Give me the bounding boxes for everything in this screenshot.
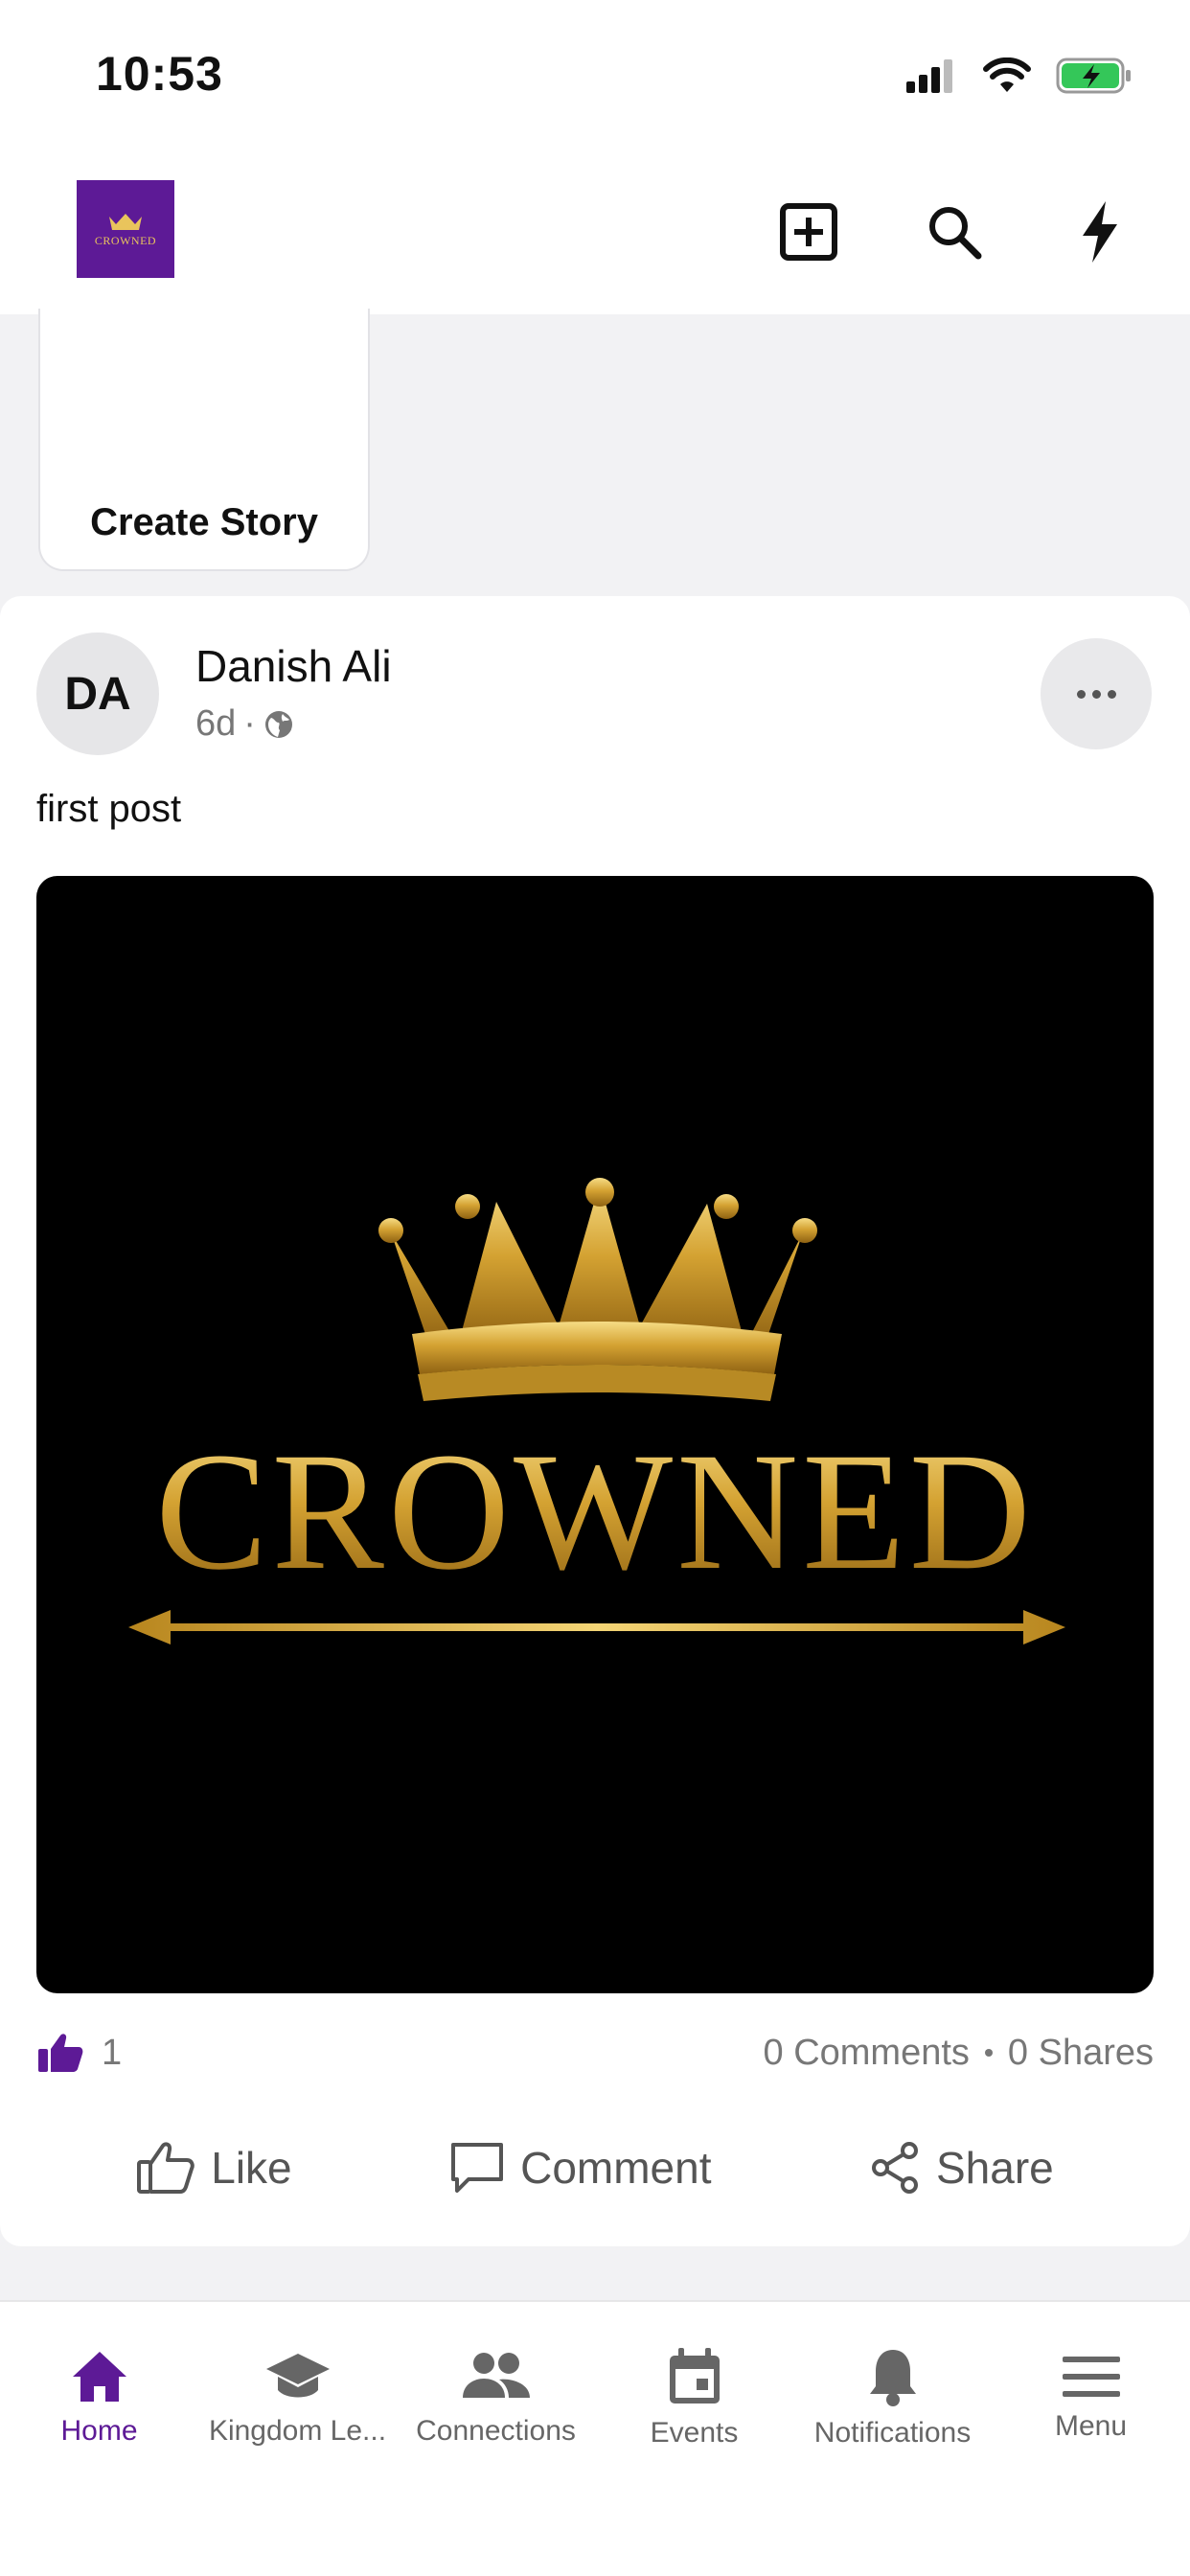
search-icon [929, 207, 982, 260]
calendar-icon [669, 2348, 720, 2404]
share-button[interactable]: Share [869, 2141, 1054, 2195]
like-button[interactable]: Like [136, 2141, 292, 2195]
post-age: 6d [195, 703, 237, 744]
bell-icon [869, 2350, 916, 2406]
wifi-icon [983, 58, 1031, 92]
comment-icon [451, 2143, 504, 2193]
tab-menu[interactable]: Menu [992, 2302, 1190, 2474]
share-icon [871, 2142, 918, 2194]
logo-text: CROWNED [94, 233, 157, 247]
menu-icon [1062, 2357, 1120, 2397]
reaction-summary: 1 0 Comments 0 Shares [36, 2024, 1154, 2082]
flash-button[interactable] [1065, 197, 1134, 266]
tab-label: Home [60, 2415, 138, 2447]
comments-count[interactable]: 0 Comments [764, 2033, 970, 2074]
tab-label: Kingdom Le... [208, 2415, 387, 2447]
shares-count[interactable]: 0 Shares [1008, 2033, 1154, 2074]
like-label: Like [211, 2143, 292, 2193]
status-bar: 10:53 [0, 0, 1190, 153]
plus-square-icon [780, 203, 837, 261]
tab-notifications[interactable]: Notifications [793, 2302, 992, 2474]
status-icons [906, 54, 1133, 98]
battery-charging-icon [1056, 58, 1131, 94]
add-post-button[interactable] [774, 197, 843, 266]
tab-home[interactable]: Home [0, 2302, 198, 2474]
more-dot [1091, 689, 1101, 699]
comment-label: Comment [520, 2143, 712, 2193]
graduation-cap-icon [265, 2354, 330, 2398]
create-story-label: Create Story [90, 501, 318, 543]
more-dot [1107, 689, 1116, 699]
avatar[interactable]: DA [36, 632, 159, 755]
globe-icon [264, 710, 292, 738]
crowned-logo-image: CROWNED [128, 1178, 1065, 1644]
meta-separator: · [243, 703, 256, 744]
likes-count: 1 [102, 2032, 123, 2073]
tab-label: Events [650, 2417, 739, 2449]
post-actions: Like Comment Share [0, 2120, 1190, 2216]
tab-connections[interactable]: Connections [397, 2302, 595, 2474]
post-meta: 6d · [195, 703, 294, 745]
engagement-summary: 0 Comments 0 Shares [764, 2033, 1155, 2074]
post-card: DA Danish Ali 6d · first post CROWNED 1 … [0, 596, 1190, 2246]
stories-row: Create Story [0, 309, 1190, 592]
tab-label: Menu [1054, 2410, 1128, 2442]
share-label: Share [935, 2143, 1054, 2193]
bottom-tab-bar: Home Kingdom Le... Connections Events No… [0, 2300, 1190, 2576]
separator-dot [984, 2049, 993, 2057]
crowned-wordmark: CROWNED [155, 1418, 1035, 1605]
people-icon [462, 2353, 530, 2398]
tab-events[interactable]: Events [595, 2302, 793, 2474]
app-logo[interactable]: CROWNED [77, 180, 174, 278]
create-story-card[interactable]: Create Story [38, 309, 370, 571]
home-icon [72, 2352, 126, 2402]
tab-label: Connections [416, 2415, 576, 2447]
signal-icon [906, 59, 952, 93]
post-image[interactable]: CROWNED [36, 876, 1154, 1993]
thumbs-up-icon [137, 2142, 195, 2194]
comment-button[interactable]: Comment [449, 2141, 712, 2195]
more-options-button[interactable] [1041, 638, 1152, 749]
status-time: 10:53 [96, 47, 223, 101]
crown-icon [109, 213, 142, 230]
tab-label: Notifications [813, 2417, 972, 2449]
tab-kingdom-learning[interactable]: Kingdom Le... [198, 2302, 397, 2474]
app-header: CROWNED [0, 153, 1190, 314]
likes-summary[interactable]: 1 [36, 2032, 122, 2074]
post-text: first post [36, 788, 182, 830]
lightning-icon [1083, 201, 1117, 263]
search-button[interactable] [920, 197, 989, 266]
thumbs-up-filled-icon [38, 2034, 83, 2072]
author-name[interactable]: Danish Ali [195, 640, 392, 692]
more-dot [1076, 689, 1086, 699]
